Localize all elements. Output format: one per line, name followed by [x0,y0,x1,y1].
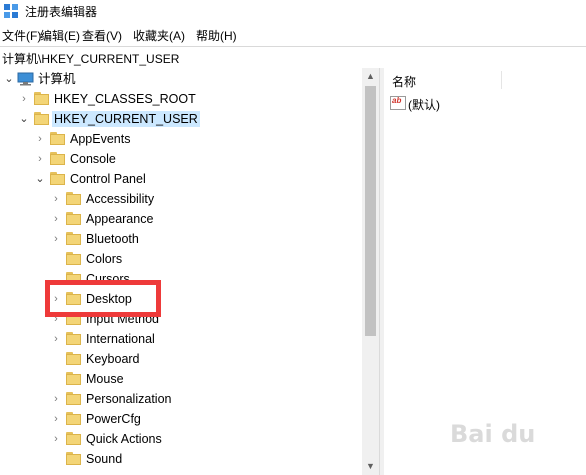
tree-label: AppEvents [70,132,131,146]
tree-label: HKEY_CURRENT_USER [52,111,200,127]
scroll-down-arrow-icon[interactable]: ▼ [362,458,379,475]
value-name: (默认) [408,98,440,112]
menu-favorites[interactable]: 收藏夹(A) [133,27,185,44]
tree-node[interactable]: › Personalization [0,389,362,409]
folder-icon [66,432,81,445]
chevron-right-icon[interactable]: › [35,133,45,145]
tree-label: Bluetooth [86,232,139,246]
address-bar[interactable]: 计算机\HKEY_CURRENT_USER [0,46,586,69]
folder-icon [66,412,81,425]
folder-icon [66,252,81,265]
chevron-right-icon[interactable]: › [51,393,61,405]
folder-icon [34,92,49,105]
tree-node[interactable]: › Bluetooth [0,229,362,249]
folder-icon [66,212,81,225]
watermark: Bai du [450,420,536,448]
tree-label: International [86,332,155,346]
menu-help[interactable]: 帮助(H) [196,27,237,44]
chevron-right-icon[interactable]: › [51,193,61,205]
menu-edit[interactable]: 编辑(E) [40,27,80,44]
folder-icon [34,112,49,125]
tree-node[interactable]: › HKEY_CLASSES_ROOT [0,89,362,109]
chevron-right-icon[interactable]: › [19,93,29,105]
tree-scrollbar[interactable]: ▲ ▼ [362,68,379,475]
tree-label: Personalization [86,392,172,406]
tree-label: Mouse [86,372,124,386]
computer-icon [17,72,34,86]
annotation-highlight-box [45,280,161,317]
chevron-right-icon[interactable]: › [35,153,45,165]
folder-icon [66,232,81,245]
chevron-right-icon[interactable]: › [51,233,61,245]
menu-bar: 文件(F) 编辑(E) 查看(V) 收藏夹(A) 帮助(H) [0,22,586,46]
title-bar: 注册表编辑器 [0,0,586,22]
tree-label: 计算机 [38,72,76,86]
tree-node[interactable]: › AppEvents [0,129,362,149]
tree-label: Colors [86,252,123,266]
key-tree[interactable]: ⌄ 计算机 › HKEY_CLASSES_ROOT ⌄ HKEY_CURRENT… [0,68,362,475]
tree-node[interactable]: Sound [0,449,362,469]
tree-label: Accessibility [86,192,155,206]
tree-node[interactable]: › Console [0,149,362,169]
folder-icon [66,192,81,205]
window-title: 注册表编辑器 [25,5,98,19]
tree-label: HKEY_CLASSES_ROOT [54,92,196,106]
values-list[interactable]: 名称 ab (默认) [384,68,586,475]
chevron-down-icon[interactable]: ⌄ [4,73,14,85]
tree-label: Quick Actions [86,432,162,446]
folder-icon [66,332,81,345]
tree-label: Console [70,152,116,166]
tree-root-computer[interactable]: ⌄ 计算机 [0,69,362,89]
tree-node[interactable]: Mouse [0,369,362,389]
folder-icon [66,352,81,365]
ab-string-icon: ab [390,96,406,110]
tree-node[interactable]: › International [0,329,362,349]
tree-node-selected[interactable]: ⌄ HKEY_CURRENT_USER [0,109,362,129]
menu-view[interactable]: 查看(V) [82,27,122,44]
tree-label: Control Panel [70,172,146,186]
tree-node[interactable]: › PowerCfg [0,409,362,429]
chevron-right-icon[interactable]: › [51,213,61,225]
regedit-app-icon [4,4,18,18]
tree-label: Sound [86,452,123,466]
chevron-right-icon[interactable]: › [51,333,61,345]
folder-icon [50,152,65,165]
column-divider[interactable] [501,71,502,89]
scroll-thumb[interactable] [365,86,376,336]
column-header[interactable]: 名称 [384,68,586,92]
folder-icon [50,172,65,185]
tree-node[interactable]: › Appearance [0,209,362,229]
menu-file[interactable]: 文件(F) [2,27,41,44]
tree-label: PowerCfg [86,412,141,426]
chevron-down-icon[interactable]: ⌄ [19,113,29,125]
chevron-down-icon[interactable]: ⌄ [35,173,45,185]
folder-icon [66,392,81,405]
address-path[interactable]: 计算机\HKEY_CURRENT_USER [2,50,179,67]
folder-icon [66,452,81,465]
tree-node[interactable]: Keyboard [0,349,362,369]
column-header-name[interactable]: 名称 [392,73,416,90]
tree-node[interactable]: › Quick Actions [0,429,362,449]
chevron-right-icon[interactable]: › [51,413,61,425]
chevron-right-icon[interactable]: › [51,433,61,445]
scroll-up-arrow-icon[interactable]: ▲ [362,68,379,85]
tree-node[interactable]: › Accessibility [0,189,362,209]
folder-icon [66,372,81,385]
tree-label: Appearance [86,212,154,226]
folder-icon [50,132,65,145]
tree-label: Keyboard [86,352,140,366]
tree-node[interactable]: Colors [0,249,362,269]
tree-node[interactable]: ⌄ Control Panel [0,169,362,189]
